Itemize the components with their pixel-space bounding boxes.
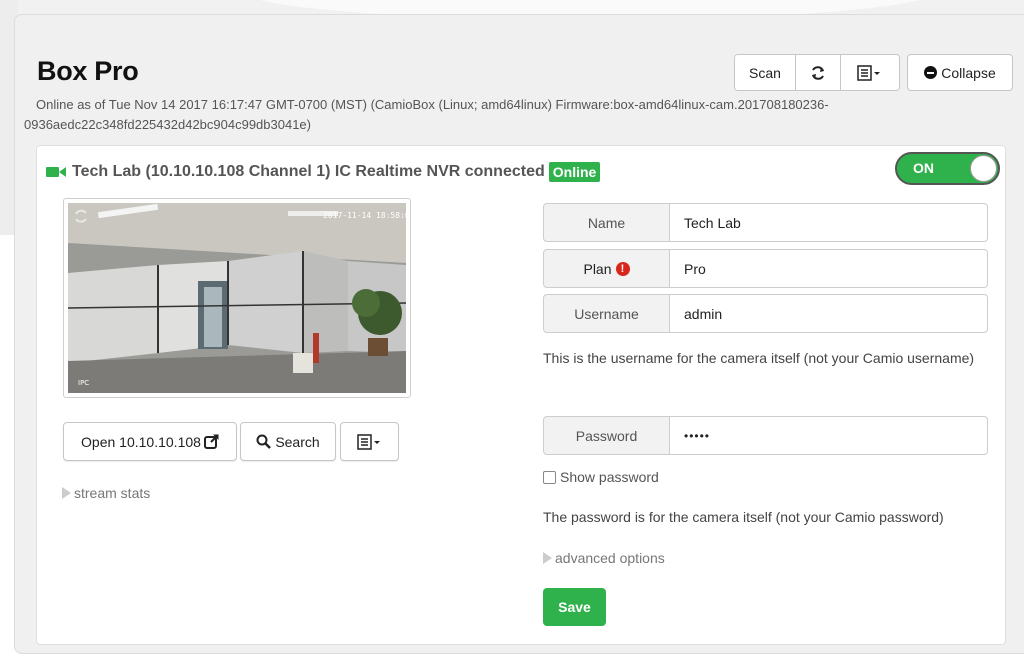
camera-status-badge: Online — [548, 162, 601, 182]
search-icon — [256, 434, 272, 449]
username-input[interactable]: admin — [670, 294, 988, 333]
camera-preview-image: 2017-11-14 18:58:05 IPC — [68, 203, 406, 393]
show-password-checkbox[interactable] — [543, 470, 556, 484]
password-help-text: The password is for the camera itself (n… — [543, 509, 944, 525]
username-help-text: This is the username for the camera itse… — [543, 350, 975, 366]
toolbar-button-group: Scan — [734, 54, 900, 91]
camera-menu-dropdown-button[interactable] — [340, 422, 399, 461]
open-camera-label: Open 10.10.10.108 — [81, 433, 201, 450]
camera-on-toggle[interactable]: ON — [895, 152, 1000, 185]
show-password-row: Show password — [543, 469, 659, 485]
toggle-knob — [970, 155, 997, 182]
menu-dropdown-icon — [356, 433, 380, 450]
refresh-button[interactable] — [796, 55, 841, 90]
toggle-label: ON — [913, 160, 934, 176]
camera-header: Tech Lab (10.10.10.108 Channel 1) IC Rea… — [46, 160, 601, 184]
plan-select[interactable]: Pro — [670, 249, 988, 288]
camera-icon — [46, 165, 68, 179]
camera-preview[interactable]: 2017-11-14 18:58:05 IPC — [63, 198, 411, 398]
box-status: Online as of Tue Nov 14 2017 16:17:47 GM… — [24, 95, 984, 135]
name-label: Name — [543, 203, 670, 242]
expand-triangle-icon — [62, 487, 71, 499]
collapse-button[interactable]: Collapse — [907, 54, 1013, 91]
camera-title: Tech Lab (10.10.10.108 Channel 1) IC Rea… — [72, 163, 545, 180]
box-menu-dropdown-button[interactable] — [841, 55, 899, 90]
advanced-options-label: advanced options — [555, 550, 665, 566]
name-input[interactable]: Tech Lab — [670, 203, 988, 242]
username-field-row: Username admin — [543, 294, 988, 333]
name-field-row: Name Tech Lab — [543, 203, 988, 242]
advanced-options-toggle[interactable]: advanced options — [543, 550, 665, 566]
show-password-label[interactable]: Show password — [560, 469, 659, 485]
external-link-icon — [203, 434, 219, 449]
scan-button[interactable]: Scan — [735, 55, 796, 90]
warning-icon[interactable]: ! — [615, 261, 630, 276]
expand-triangle-icon — [543, 552, 552, 564]
stream-stats-label: stream stats — [74, 485, 151, 501]
menu-dropdown-icon — [857, 64, 880, 81]
box-toolbar: Scan Collapse — [734, 54, 1013, 91]
password-field-row: Password ••••• — [543, 416, 988, 455]
plan-label-text: Plan — [583, 260, 612, 277]
box-status-details: as of Tue Nov 14 2017 16:17:47 GMT-0700 … — [24, 97, 829, 132]
save-button[interactable]: Save — [543, 588, 606, 626]
search-button[interactable]: Search — [240, 422, 336, 461]
search-label: Search — [275, 433, 320, 450]
box-status-word: Online — [36, 97, 74, 112]
password-input[interactable]: ••••• — [670, 416, 988, 455]
plan-field-row: Plan ! Pro — [543, 249, 988, 288]
collapse-label: Collapse — [941, 64, 996, 81]
preview-corner-label: IPC — [78, 379, 89, 387]
preview-timestamp: 2017-11-14 18:58:05 — [323, 211, 406, 220]
username-label: Username — [543, 294, 670, 333]
open-camera-button[interactable]: Open 10.10.10.108 — [63, 422, 237, 461]
password-label: Password — [543, 416, 670, 455]
box-title: Box Pro — [37, 56, 139, 86]
collapse-minus-icon — [924, 66, 938, 79]
stream-stats-toggle[interactable]: stream stats — [62, 485, 150, 501]
plan-label: Plan ! — [543, 249, 670, 288]
refresh-icon — [812, 65, 824, 80]
